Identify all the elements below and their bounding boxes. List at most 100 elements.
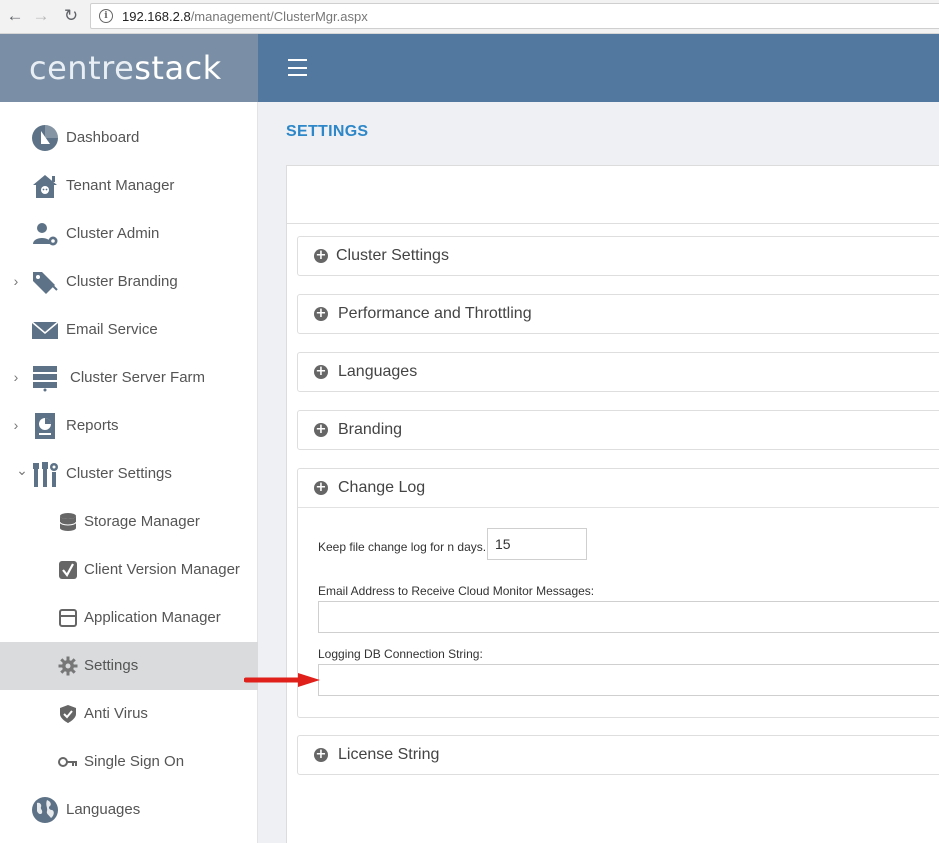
panel-header[interactable]: + Performance and Throttling [298, 295, 939, 333]
sidebar-item-dashboard[interactable]: Dashboard [0, 114, 258, 162]
chevron-right-icon[interactable]: › [10, 369, 22, 385]
dashboard-icon [31, 124, 59, 152]
sidebar-item-tenant-manager[interactable]: Tenant Manager [0, 162, 258, 210]
sidebar-item-anti-virus[interactable]: Anti Virus [0, 690, 258, 738]
sidebar-item-single-sign-on[interactable]: Single Sign On [0, 738, 258, 786]
panel-title: Performance and Throttling [338, 305, 532, 322]
tenant-house-icon [31, 172, 59, 200]
sidebar-item-label: Cluster Admin [66, 225, 160, 242]
panel-header[interactable]: + Cluster Settings [298, 237, 939, 275]
sidebar-item-label: Tenant Manager [66, 177, 175, 194]
sidebar-item-label: Cluster Server Farm [70, 369, 206, 386]
chevron-right-icon[interactable]: › [10, 417, 22, 433]
sidebar-item-label: Email Service [66, 321, 158, 338]
page-title: SETTINGS [286, 123, 369, 140]
panel-title: Cluster Settings [336, 247, 449, 264]
envelope-icon [31, 316, 59, 344]
tags-icon [31, 268, 59, 296]
panel-title: Branding [338, 421, 403, 438]
card-divider [287, 223, 939, 224]
brand-logo[interactable]: centre stack [0, 34, 258, 102]
sidebar-item-label: Reports [66, 417, 119, 434]
panel-title: Languages [338, 363, 418, 380]
server-rack-icon [31, 364, 59, 392]
panel-title: License String [338, 746, 440, 763]
url-text: 192.168.2.8/management/ClusterMgr.aspx [122, 9, 368, 24]
sidebar-item-reports[interactable]: › Reports [0, 402, 258, 450]
panel-cluster-settings: + Cluster Settings [297, 236, 939, 276]
user-gear-icon [31, 220, 59, 248]
keep-days-input[interactable]: 15 [487, 528, 587, 560]
sidebar-item-cluster-settings[interactable]: ⌄ Cluster Settings [0, 450, 258, 498]
sidebar: Dashboard Tenant Manager Cluster Admin ›… [0, 102, 258, 843]
sidebar-item-storage-manager[interactable]: Storage Manager [0, 498, 258, 546]
sidebar-item-label: Anti Virus [84, 705, 148, 722]
panel-title: Change Log [338, 479, 426, 496]
sidebar-item-email-service[interactable]: Email Service [0, 306, 258, 354]
key-icon [58, 752, 78, 772]
plus-circle-icon[interactable]: + [314, 249, 328, 263]
address-bar[interactable]: i 192.168.2.8/management/ClusterMgr.aspx [90, 3, 939, 29]
sidebar-item-label: Single Sign On [84, 753, 185, 770]
settings-card: + Cluster Settings + Performance and Thr… [286, 165, 939, 843]
panel-license-string: + License String [297, 735, 939, 775]
plus-circle-icon[interactable]: + [314, 481, 328, 495]
reload-icon[interactable]: ↻ [60, 5, 82, 27]
sidebar-item-label: Application Manager [84, 609, 221, 626]
brand-part2: stack [134, 49, 222, 87]
panel-branding: + Branding [297, 410, 939, 450]
sidebar-item-client-version-manager[interactable]: Client Version Manager [0, 546, 258, 594]
panel-header[interactable]: + Branding [298, 411, 939, 449]
db-connection-label: Logging DB Connection String: [318, 647, 483, 661]
database-icon [58, 512, 78, 532]
url-path: /management/ClusterMgr.aspx [190, 8, 368, 24]
chevron-right-icon[interactable]: › [10, 273, 22, 289]
panel-change-log: + Change Log Keep file change log for n … [297, 468, 939, 718]
sidebar-item-label: Cluster Branding [66, 273, 178, 290]
change-log-body: Keep file change log for n days. 15 Emai… [298, 507, 939, 717]
keep-days-label: Keep file change log for n days. [318, 540, 487, 554]
brand-part1: centre [29, 49, 135, 87]
forward-arrow-icon[interactable]: → [30, 5, 52, 27]
panel-header[interactable]: + Change Log [298, 469, 939, 507]
plus-circle-icon[interactable]: + [314, 365, 328, 379]
sidebar-item-cluster-admin[interactable]: Cluster Admin [0, 210, 258, 258]
panel-performance-throttling: + Performance and Throttling [297, 294, 939, 334]
sidebar-item-label: Client Version Manager [84, 561, 240, 578]
tools-icon [31, 460, 59, 488]
db-connection-input[interactable] [318, 664, 939, 696]
sidebar-item-cluster-branding[interactable]: › Cluster Branding [0, 258, 258, 306]
red-arrow-icon [244, 673, 320, 687]
sidebar-item-cluster-server-farm[interactable]: › Cluster Server Farm [0, 354, 258, 402]
report-icon [31, 412, 59, 440]
browser-toolbar: ← → ↻ i 192.168.2.8/management/ClusterMg… [0, 0, 939, 34]
hamburger-menu-icon[interactable] [288, 59, 307, 76]
email-label: Email Address to Receive Cloud Monitor M… [318, 584, 595, 598]
sidebar-item-languages[interactable]: Languages [0, 786, 258, 834]
panel-header[interactable]: + Languages [298, 353, 939, 391]
plus-circle-icon[interactable]: + [314, 423, 328, 437]
email-input[interactable] [318, 601, 939, 633]
gear-icon [58, 656, 78, 676]
info-icon[interactable]: i [99, 9, 113, 23]
globe-icon [31, 796, 59, 824]
url-host: 192.168.2.8 [122, 8, 191, 24]
sidebar-item-label: Settings [84, 657, 139, 674]
check-square-icon [58, 560, 78, 580]
chevron-down-icon[interactable]: ⌄ [16, 462, 28, 479]
sidebar-item-label: Cluster Settings [66, 465, 172, 482]
plus-circle-icon[interactable]: + [314, 748, 328, 762]
sidebar-item-application-manager[interactable]: Application Manager [0, 594, 258, 642]
main-content: SETTINGS + Cluster Settings + Performanc… [258, 102, 939, 843]
panel-header[interactable]: + License String [298, 736, 939, 774]
back-arrow-icon[interactable]: ← [4, 5, 26, 27]
shield-check-icon [58, 704, 78, 724]
sidebar-item-label: Languages [66, 801, 141, 818]
panel-languages: + Languages [297, 352, 939, 392]
sidebar-item-label: Storage Manager [84, 513, 200, 530]
window-icon [58, 608, 78, 628]
plus-circle-icon[interactable]: + [314, 307, 328, 321]
sidebar-item-settings[interactable]: Settings [0, 642, 258, 690]
top-bar [258, 34, 939, 102]
sidebar-item-label: Dashboard [66, 129, 140, 146]
